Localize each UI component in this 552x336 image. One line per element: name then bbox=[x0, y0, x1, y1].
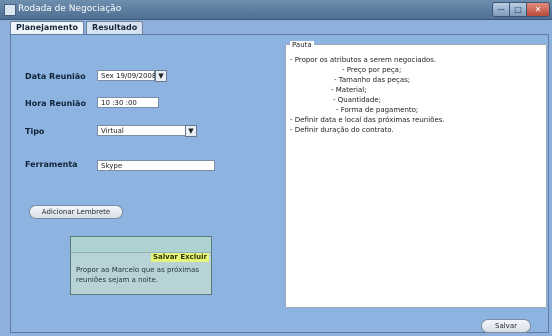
reminder-text: Propor ao Marcelo que as próximas reuniõ… bbox=[76, 266, 200, 284]
chevron-down-icon[interactable]: ▼ bbox=[185, 125, 197, 137]
data-reuniao-label: Data Reunião bbox=[25, 72, 86, 81]
window-app-icon bbox=[4, 4, 16, 16]
ferramenta-field[interactable]: Skype bbox=[97, 160, 215, 171]
pauta-line: - Material; bbox=[331, 86, 367, 94]
tab-strip: Planejamento Resultado bbox=[10, 21, 144, 34]
add-reminder-button[interactable]: Adicionar Lembrete bbox=[29, 205, 123, 219]
pauta-line: - Propor os atributos a serem negociados… bbox=[290, 56, 437, 64]
window-title: Rodada de Negociação bbox=[18, 4, 122, 14]
minimize-button[interactable]: — bbox=[492, 2, 510, 17]
tab-resultado[interactable]: Resultado bbox=[86, 21, 144, 34]
title-bar: Rodada de Negociação — □ ✕ bbox=[0, 0, 552, 20]
reminder-delete-button[interactable]: Excluir bbox=[180, 253, 207, 261]
date-dropdown-icon[interactable]: ▼ bbox=[155, 70, 167, 82]
hora-reuniao-label: Hora Reunião bbox=[25, 99, 86, 108]
pauta-line: - Definir data e local das próximas reun… bbox=[290, 116, 445, 124]
pauta-line: - Definir duração do contrato. bbox=[290, 126, 394, 134]
pauta-title: Pauta bbox=[290, 41, 314, 49]
pauta-line: - Forma de pagamento; bbox=[336, 106, 419, 114]
ferramenta-label: Ferramenta bbox=[25, 160, 78, 169]
pauta-box[interactable]: Pauta - Propor os atributos a serem nego… bbox=[285, 41, 547, 308]
maximize-button[interactable]: □ bbox=[509, 2, 527, 17]
tipo-label: Tipo bbox=[25, 127, 45, 136]
reminder-save-button[interactable]: Salvar bbox=[153, 253, 178, 261]
save-button[interactable]: Salvar bbox=[481, 319, 531, 333]
reminder-note: Salvar Excluir Propor ao Marcelo que as … bbox=[70, 236, 212, 295]
pauta-line: - Preço por peça; bbox=[342, 66, 402, 74]
pauta-line: - Quantidade; bbox=[333, 96, 381, 104]
close-button[interactable]: ✕ bbox=[526, 2, 550, 17]
hora-reuniao-field[interactable]: 10 :30 :00 bbox=[97, 97, 159, 108]
tab-planejamento[interactable]: Planejamento bbox=[10, 21, 85, 34]
planning-panel: Data Reunião Sex 19/09/2008 ▼ Hora Reuni… bbox=[10, 34, 549, 333]
reminder-header bbox=[71, 237, 211, 253]
window: Rodada de Negociação — □ ✕ Planejamento … bbox=[0, 0, 552, 336]
reminder-actions: Salvar Excluir bbox=[150, 253, 209, 262]
data-reuniao-field[interactable]: Sex 19/09/2008 bbox=[97, 70, 156, 81]
pauta-line: - Tamanho das peças; bbox=[334, 76, 411, 84]
tipo-select[interactable]: Virtual bbox=[97, 125, 195, 136]
